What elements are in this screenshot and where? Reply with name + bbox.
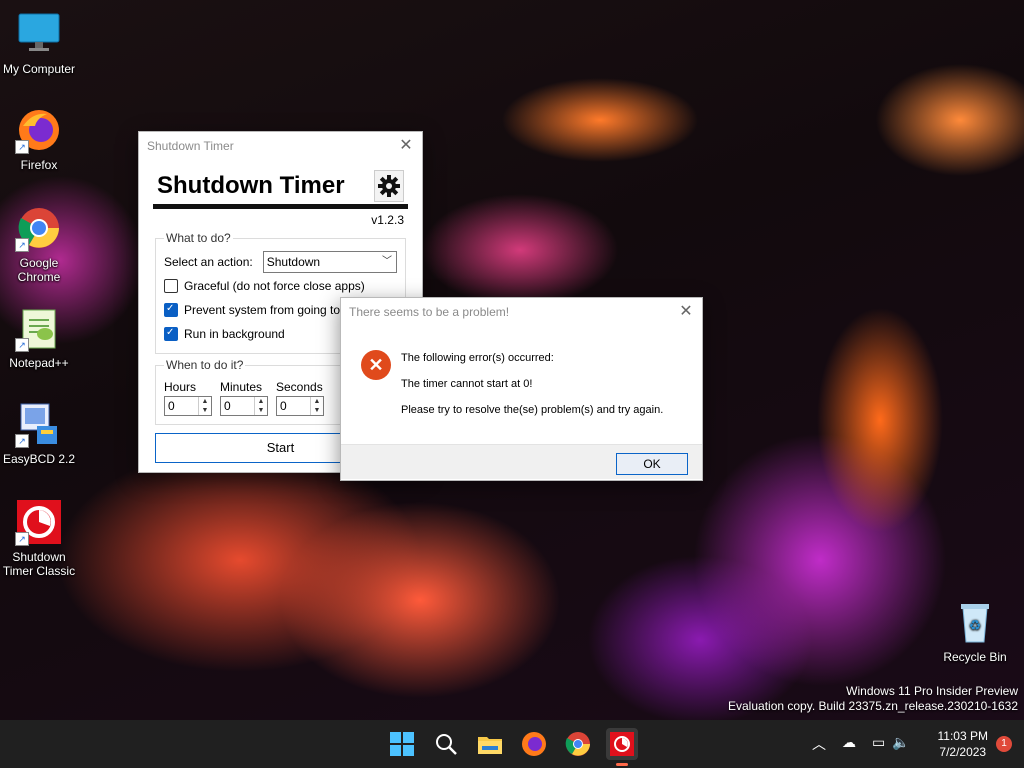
shutdown-timer-icon bbox=[610, 732, 634, 756]
prevent-sleep-label: Prevent system from going to slee bbox=[184, 303, 366, 317]
seconds-label: Seconds bbox=[276, 380, 323, 394]
close-icon[interactable]: ✕ bbox=[676, 298, 696, 326]
seconds-stepper[interactable]: 0 ▲ ▼ bbox=[276, 396, 324, 416]
spin-arrows-icon[interactable]: ▲ ▼ bbox=[310, 397, 323, 415]
desktop-icon-chrome[interactable]: ↗ Google Chrome bbox=[0, 204, 78, 284]
desktop-icon-my-computer[interactable]: My Computer bbox=[0, 10, 78, 76]
desktop-icon-label: Firefox bbox=[20, 158, 58, 172]
gear-icon bbox=[378, 175, 400, 197]
app-header: Shutdown Timer bbox=[157, 170, 404, 204]
error-message-line3: Please try to resolve the(se) problem(s)… bbox=[401, 404, 664, 416]
desktop-icon-notepadpp[interactable]: ↗ Notepad++ bbox=[0, 304, 78, 370]
taskbar-search-button[interactable] bbox=[430, 728, 462, 760]
system-tray: ︿ ☁ ▭ 🔈 11:03 PM 7/2/2023 1 bbox=[804, 720, 1024, 768]
action-select[interactable]: Shutdown ﹀ bbox=[262, 251, 397, 273]
watermark-line2: Evaluation copy. Build 23375.zn_release.… bbox=[728, 699, 1018, 713]
desktop-icon-shutdown-timer[interactable]: ↗ Shutdown Timer Classic bbox=[0, 498, 78, 578]
clock-time: 11:03 PM bbox=[937, 729, 988, 743]
error-dialog: There seems to be a problem! ✕ ✕ The fol… bbox=[340, 297, 703, 481]
windows-logo-icon bbox=[390, 732, 414, 756]
hours-label: Hours bbox=[164, 380, 197, 394]
clock-date: 7/2/2023 bbox=[939, 745, 987, 759]
notepadpp-icon: ↗ bbox=[15, 304, 63, 352]
spin-arrows-icon[interactable]: ▲ ▼ bbox=[254, 397, 267, 415]
seconds-value: 0 bbox=[280, 399, 287, 413]
graceful-label: Graceful (do not force close apps) bbox=[184, 279, 365, 293]
hours-stepper[interactable]: 0 ▲ ▼ bbox=[164, 396, 212, 416]
shortcut-arrow-icon: ↗ bbox=[15, 140, 29, 154]
start-button[interactable] bbox=[386, 728, 418, 760]
hours-value: 0 bbox=[168, 399, 175, 413]
onedrive-icon[interactable]: ☁ bbox=[842, 734, 856, 751]
network-icon[interactable]: ▭ bbox=[872, 734, 885, 751]
chevron-down-icon: ﹀ bbox=[382, 256, 392, 267]
folder-icon bbox=[478, 737, 502, 754]
graceful-checkbox-row[interactable]: Graceful (do not force close apps) bbox=[164, 275, 397, 297]
clock[interactable]: 11:03 PM 7/2/2023 bbox=[938, 728, 988, 760]
desktop-icon-easybcd[interactable]: ↗ EasyBCD 2.2 bbox=[0, 400, 78, 466]
shortcut-arrow-icon: ↗ bbox=[15, 532, 29, 546]
chevron-up-icon[interactable]: ︿ bbox=[812, 734, 826, 754]
desktop-icon-label: Google Chrome bbox=[17, 256, 61, 284]
window-title: Shutdown Timer bbox=[147, 139, 234, 153]
desktop-icon-firefox[interactable]: ↗ Firefox bbox=[0, 106, 78, 172]
active-indicator bbox=[616, 763, 628, 766]
shutdown-timer-icon: ↗ bbox=[15, 498, 63, 546]
chrome-icon: ↗ bbox=[15, 204, 63, 252]
version-label: v1.2.3 bbox=[371, 213, 404, 227]
dialog-title: There seems to be a problem! bbox=[349, 305, 510, 319]
dialog-footer: OK bbox=[341, 444, 702, 479]
svg-text:♻: ♻ bbox=[969, 617, 982, 633]
search-icon bbox=[436, 734, 457, 755]
firefox-icon: ↗ bbox=[15, 106, 63, 154]
window-titlebar[interactable]: Shutdown Timer ✕ bbox=[139, 132, 422, 160]
group-legend: When to do it? bbox=[166, 358, 244, 372]
taskbar-chrome[interactable] bbox=[562, 728, 594, 760]
action-label: Select an action: bbox=[164, 255, 253, 269]
monitor-icon bbox=[15, 10, 63, 58]
minutes-stepper[interactable]: 0 ▲ ▼ bbox=[220, 396, 268, 416]
shortcut-arrow-icon: ↗ bbox=[15, 238, 29, 252]
taskbar-shutdown-timer[interactable] bbox=[606, 728, 638, 766]
minutes-label: Minutes bbox=[220, 380, 263, 394]
app-title: Shutdown Timer bbox=[157, 172, 345, 199]
shortcut-arrow-icon: ↗ bbox=[15, 434, 29, 448]
spin-arrows-icon[interactable]: ▲ ▼ bbox=[198, 397, 211, 415]
settings-button[interactable] bbox=[374, 170, 404, 202]
background-label: Run in background bbox=[184, 327, 285, 341]
dialog-body: ✕ The following error(s) occurred: The t… bbox=[341, 326, 702, 444]
background-checkbox[interactable] bbox=[164, 327, 178, 341]
desktop-icon-recycle-bin[interactable]: ♻ Recycle Bin bbox=[936, 598, 1014, 664]
group-legend: What to do? bbox=[166, 231, 231, 245]
error-message-line2: The timer cannot start at 0! bbox=[401, 378, 533, 390]
desktop-icon-label: Notepad++ bbox=[9, 356, 69, 370]
easybcd-icon: ↗ bbox=[15, 400, 63, 448]
ok-button[interactable]: OK bbox=[616, 453, 688, 475]
minutes-value: 0 bbox=[224, 399, 231, 413]
volume-icon[interactable]: 🔈 bbox=[892, 734, 909, 751]
taskbar: ︿ ☁ ▭ 🔈 11:03 PM 7/2/2023 1 bbox=[0, 720, 1024, 768]
graceful-checkbox[interactable] bbox=[164, 279, 178, 293]
recycle-bin-icon: ♻ bbox=[951, 598, 999, 646]
taskbar-firefox[interactable] bbox=[518, 728, 550, 760]
windows-watermark: Windows 11 Pro Insider Preview Evaluatio… bbox=[728, 684, 1018, 714]
firefox-icon bbox=[522, 732, 546, 756]
error-message-line1: The following error(s) occurred: bbox=[401, 352, 554, 364]
action-select-value: Shutdown bbox=[266, 255, 321, 269]
prevent-sleep-checkbox[interactable] bbox=[164, 303, 178, 317]
desktop-icon-label: My Computer bbox=[2, 62, 76, 76]
header-divider bbox=[153, 204, 408, 209]
notification-badge[interactable]: 1 bbox=[996, 736, 1012, 752]
desktop-icon-label: Shutdown Timer Classic bbox=[2, 550, 76, 578]
desktop-icon-label: EasyBCD 2.2 bbox=[2, 452, 76, 466]
shortcut-arrow-icon: ↗ bbox=[15, 338, 29, 352]
chrome-icon bbox=[565, 732, 590, 756]
dialog-titlebar[interactable]: There seems to be a problem! ✕ bbox=[341, 298, 702, 326]
taskbar-file-explorer[interactable] bbox=[474, 728, 506, 760]
error-icon: ✕ bbox=[361, 350, 391, 380]
watermark-line1: Windows 11 Pro Insider Preview bbox=[846, 684, 1018, 698]
close-icon[interactable]: ✕ bbox=[396, 132, 416, 160]
desktop-icon-label: Recycle Bin bbox=[943, 650, 1007, 664]
